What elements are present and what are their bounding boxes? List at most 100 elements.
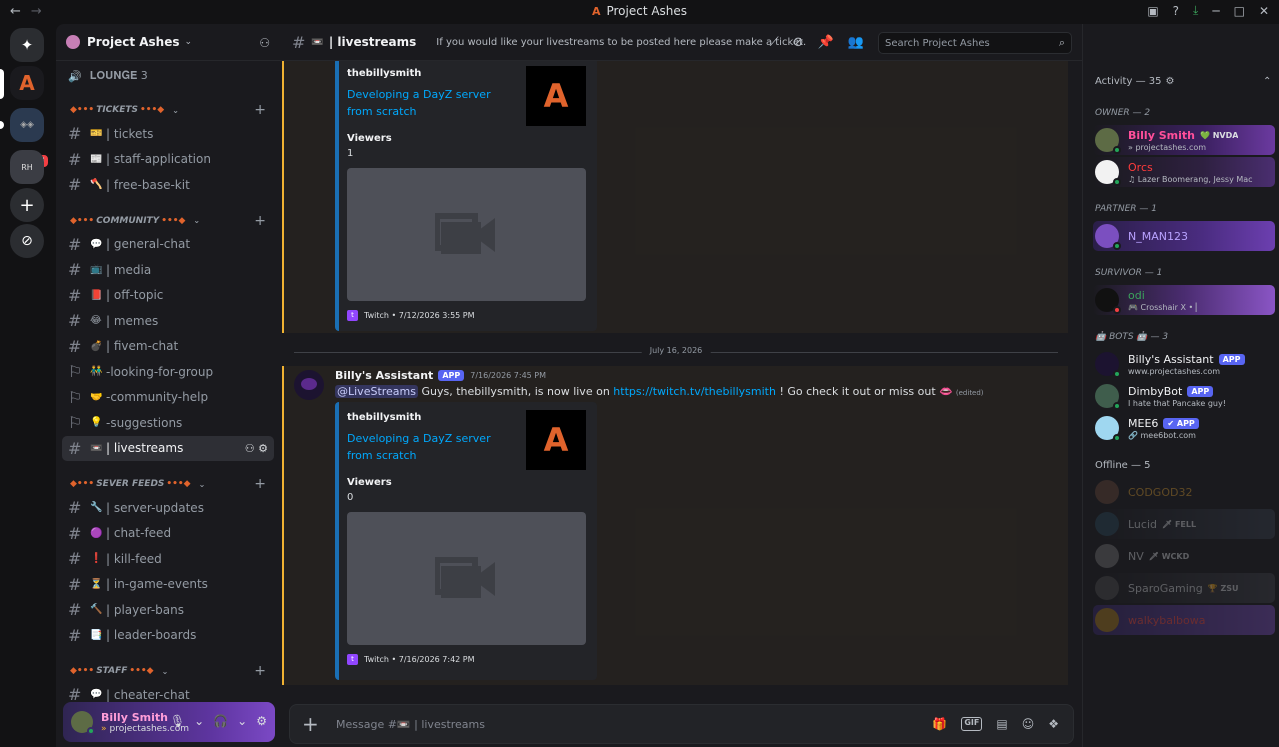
channel-settings-icon[interactable]: ⚇ ⚙ — [245, 442, 268, 455]
channel-tickets[interactable]: # 🎫 | tickets — [62, 121, 274, 147]
channel-topic[interactable]: If you would like your livestreams to be… — [436, 37, 806, 48]
embed-title-link[interactable]: Developing a DayZ server from scratch — [347, 86, 517, 120]
microphone-icon[interactable]: 🎙 — [170, 714, 185, 728]
channel-suggestions[interactable]: ⚐ 💡 -suggestions — [62, 410, 274, 436]
category-name: COMMUNITY — [96, 215, 160, 226]
channel-off-topic[interactable]: # 📕 | off-topic — [62, 283, 274, 309]
mute-icon[interactable]: ⊘ — [793, 35, 804, 50]
avatar[interactable] — [71, 711, 95, 735]
create-channel-icon[interactable]: + — [254, 102, 266, 118]
member-item[interactable]: CODGOD32 — [1093, 477, 1275, 507]
category-staff[interactable]: ◆••• STAFF •••◆ ⌄ + — [62, 660, 274, 682]
channel-general-chat[interactable]: # 💬 | general-chat — [62, 232, 274, 258]
channel-in-game-events[interactable]: # ⏳ | in-game-events — [62, 572, 274, 598]
settings-gear-icon[interactable]: ⚙ — [256, 714, 267, 728]
minimize-icon[interactable]: ─ — [1212, 4, 1219, 18]
inbox-icon[interactable]: ▣ — [1147, 4, 1158, 18]
member-item[interactable]: N_MAN123 — [1093, 221, 1275, 251]
mic-options-chevron-icon[interactable]: ⌄ — [194, 714, 204, 728]
server-project-ashes[interactable]: A — [10, 66, 44, 100]
members-icon[interactable]: 👥 — [848, 35, 864, 50]
gif-icon[interactable]: GIF — [961, 717, 983, 731]
member-item[interactable]: odi 🎮 Crosshair X • ▏ — [1093, 285, 1275, 315]
embed-author[interactable]: thebillysmith — [347, 412, 421, 423]
message-input[interactable] — [336, 717, 856, 731]
embed-video-placeholder[interactable] — [347, 512, 586, 645]
activity-header[interactable]: Activity — 35 ⚙ ⌃ — [1095, 76, 1271, 87]
member-name: walkybalbowa — [1128, 613, 1206, 627]
server-folder-2[interactable]: RH — [10, 150, 44, 184]
avatar[interactable] — [294, 370, 324, 400]
create-channel-icon[interactable]: + — [254, 663, 266, 679]
add-server-icon[interactable]: + — [10, 188, 44, 222]
help-icon[interactable]: ? — [1173, 4, 1179, 18]
channel-leader-boards[interactable]: # 📑 | leader-boards — [62, 623, 274, 649]
channel-label: | memes — [106, 313, 159, 328]
pin-icon[interactable]: 📌 — [818, 35, 834, 50]
channel-emoji-icon: 🪓 — [90, 179, 103, 191]
gear-icon[interactable]: ⚙ — [1165, 76, 1174, 87]
chat-area: # 📼 | livestreams If you would like your… — [280, 24, 1082, 747]
channel-staff-application[interactable]: # 📰 | staff-application — [62, 147, 274, 173]
member-item[interactable]: DimbyBot APP I hate that Pancake guy! — [1093, 381, 1275, 411]
search-input[interactable] — [885, 37, 1045, 49]
server-header[interactable]: Project Ashes ⌄ ⚇ — [56, 24, 280, 61]
embed-video-placeholder[interactable] — [347, 168, 586, 301]
maximize-icon[interactable]: □ — [1234, 4, 1245, 18]
member-item[interactable]: Lucid 🗡 FELL — [1093, 509, 1275, 539]
channel-memes[interactable]: # 😂 | memes — [62, 308, 274, 334]
member-item[interactable]: MEE6 ✔ APP 🔗 mee6bot.com — [1093, 413, 1275, 443]
category-sever-feeds[interactable]: ◆••• SEVER FEEDS •••◆ ⌄ + — [62, 473, 274, 495]
embed-thumbnail[interactable]: A — [526, 410, 586, 470]
member-name: NV — [1128, 549, 1144, 563]
channel-community-help[interactable]: ⚐ 🤝 -community-help — [62, 385, 274, 411]
add-attachment-icon[interactable]: + — [302, 712, 326, 736]
embed-title-link[interactable]: Developing a DayZ server from scratch — [347, 430, 517, 464]
online-status-icon — [1113, 402, 1121, 410]
channel-looking-for-group[interactable]: ⚐ 👬 -looking-for-group — [62, 359, 274, 385]
member-item[interactable]: SparoGaming 🏆 ZSU — [1093, 573, 1275, 603]
role-mention[interactable]: @LiveStreams — [335, 385, 418, 398]
twitch-link[interactable]: https://twitch.tv/thebillysmith — [613, 385, 776, 398]
channel-media[interactable]: # 📺 | media — [62, 257, 274, 283]
gift-icon[interactable]: 🎁 — [932, 717, 947, 731]
discover-compass-icon[interactable]: ⊘ — [10, 224, 44, 258]
voice-channel-lounge[interactable]: 🔊 𝐋𝐎𝐔𝐍𝐆𝐄 3 — [62, 65, 274, 87]
member-item[interactable]: Billy's Assistant APP www.projectashes.com — [1093, 349, 1275, 379]
channel-label: | livestreams — [106, 441, 184, 456]
member-item[interactable]: Billy Smith 💚 NVDA » projectashes.com — [1093, 125, 1275, 155]
emoji-icon[interactable]: ☺ — [1022, 717, 1035, 731]
search-box[interactable]: ⌕ — [878, 32, 1072, 54]
headset-icon[interactable]: 🎧 — [213, 714, 228, 728]
create-channel-icon[interactable]: + — [254, 476, 266, 492]
server-folder-1[interactable]: ◈◈ — [10, 108, 44, 142]
message-author[interactable]: Billy's Assistant — [335, 369, 433, 382]
invite-people-icon[interactable]: ⚇ — [259, 36, 270, 50]
channel-fivem-chat[interactable]: # 💣 | fivem-chat — [62, 334, 274, 360]
category-tickets[interactable]: ◆••• TICKETS •••◆ ⌄ + — [62, 99, 274, 121]
create-channel-icon[interactable]: + — [254, 213, 266, 229]
close-icon[interactable]: ✕ — [1259, 4, 1269, 18]
threads-icon[interactable]: ⟋ — [770, 35, 779, 50]
embed-author[interactable]: thebillysmith — [347, 68, 421, 79]
member-item[interactable]: walkybalbowa — [1093, 605, 1275, 635]
category-community[interactable]: ◆••• COMMUNITY •••◆ ⌄ + — [62, 210, 274, 232]
channel-livestreams[interactable]: # 📼 | livestreams ⚇ ⚙ — [62, 435, 274, 461]
channel-player-bans[interactable]: # 🔨 | player-bans — [62, 597, 274, 623]
download-icon[interactable]: ⤓ — [1193, 3, 1198, 18]
channel-free-base-kit[interactable]: # 🪓 | free-base-kit — [62, 172, 274, 198]
channel-chat-feed[interactable]: # 🟣 | chat-feed — [62, 521, 274, 547]
channel-kill-feed[interactable]: # ❗ | kill-feed — [62, 546, 274, 572]
channel-server-updates[interactable]: # 🔧 | server-updates — [62, 495, 274, 521]
home-discord-icon[interactable]: ✦ — [10, 28, 44, 62]
apps-icon[interactable]: ❖ — [1048, 717, 1059, 731]
member-status: ♫ Lazer Boomerang, Jessy Mac — [1128, 174, 1253, 184]
headset-options-chevron-icon[interactable]: ⌄ — [237, 714, 247, 728]
embed-thumbnail[interactable]: A — [526, 66, 586, 126]
collapse-chevron-icon[interactable]: ⌃ — [1263, 76, 1271, 87]
channel-label: -suggestions — [106, 415, 183, 430]
sticker-icon[interactable]: ▤ — [996, 717, 1007, 731]
member-info: DimbyBot APP I hate that Pancake guy! — [1128, 385, 1226, 408]
member-item[interactable]: Orcs ♫ Lazer Boomerang, Jessy Mac — [1093, 157, 1275, 187]
member-item[interactable]: NV 🗡 WCKD — [1093, 541, 1275, 571]
